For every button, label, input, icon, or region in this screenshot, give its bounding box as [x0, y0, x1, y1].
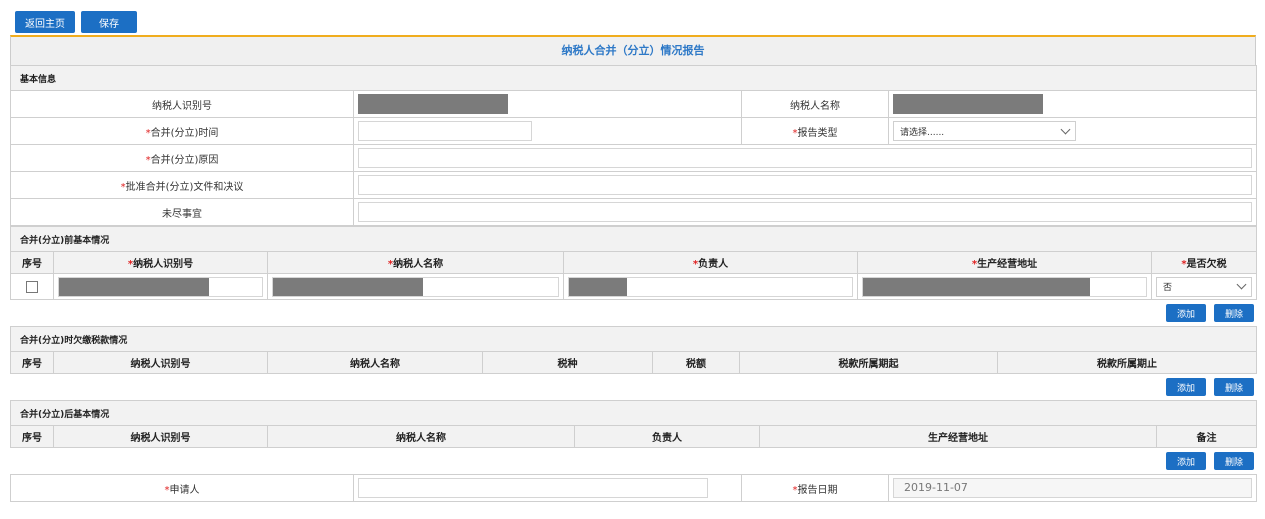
- delete-button[interactable]: 删除: [1214, 452, 1254, 470]
- col-owes-tax: *是否欠税: [1150, 251, 1258, 274]
- footer-table: *申请人 *报告日期 2019-11-07: [10, 474, 1257, 502]
- row-checkbox[interactable]: [26, 280, 38, 293]
- col-address: 生产经营地址: [759, 425, 1157, 448]
- row-taxpayer-name-input[interactable]: [272, 276, 559, 297]
- col-period-end: 税款所属期止: [996, 351, 1258, 374]
- col-address: *生产经营地址: [857, 251, 1152, 274]
- col-taxpayer-id: 纳税人识别号: [53, 425, 268, 448]
- merge-time-input[interactable]: [358, 121, 532, 141]
- section-basic-info: 基本信息: [9, 65, 1258, 91]
- approval-doc-label: *批准合并(分立)文件和决议: [10, 171, 354, 199]
- row-taxpayer-id-input[interactable]: [58, 276, 263, 297]
- toolbar: 返回主页 保存: [15, 11, 137, 33]
- redacted-value: [863, 277, 1090, 296]
- owes-tax-select[interactable]: 否: [1156, 276, 1253, 297]
- after-merge-table: 合并(分立)后基本情况 序号 纳税人识别号 纳税人名称 负责人 生产经营地址 备…: [9, 400, 1258, 448]
- pending-matters-input[interactable]: [358, 202, 1253, 222]
- pending-matters-label: 未尽事宜: [10, 198, 354, 226]
- merge-reason-input[interactable]: [358, 148, 1253, 168]
- before-merge-table: 合并(分立)前基本情况 序号 *纳税人识别号 *纳税人名称 *负责人 *生产经营…: [9, 226, 1258, 300]
- page-title: 纳税人合并（分立）情况报告: [10, 35, 1256, 65]
- section-arrears: 合并(分立)时欠缴税款情况: [9, 326, 1258, 352]
- merge-time-label: *合并(分立)时间: [10, 117, 354, 145]
- delete-button[interactable]: 删除: [1214, 304, 1254, 322]
- col-tax-type: 税种: [482, 351, 653, 374]
- col-taxpayer-id: 纳税人识别号: [53, 351, 268, 374]
- col-index: 序号: [10, 251, 54, 274]
- taxpayer-name-value-redacted: [893, 94, 1043, 114]
- report-type-select[interactable]: 请选择......: [893, 121, 1076, 141]
- redacted-value: [569, 277, 627, 296]
- col-index: 序号: [10, 351, 54, 374]
- applicant-input[interactable]: [358, 478, 708, 498]
- row-address-input[interactable]: [862, 276, 1147, 297]
- arrears-actions: 添加 删除: [10, 374, 1256, 400]
- basic-info-table: 基本信息 纳税人识别号 纳税人名称 *合并(分立)时间 *报告类型 请选择...…: [9, 65, 1258, 226]
- col-taxpayer-name: 纳税人名称: [267, 351, 483, 374]
- taxpayer-name-cell: [887, 90, 1258, 118]
- merge-reason-label: *合并(分立)原因: [10, 144, 354, 172]
- arrears-table: 合并(分立)时欠缴税款情况 序号 纳税人识别号 纳税人名称 税种 税额 税款所属…: [9, 326, 1258, 374]
- chevron-down-icon: [1236, 279, 1247, 290]
- chevron-down-icon: [1060, 124, 1071, 134]
- col-taxpayer-name: 纳税人名称: [267, 425, 575, 448]
- taxpayer-id-cell: [353, 90, 742, 118]
- add-button[interactable]: 添加: [1166, 304, 1206, 322]
- redacted-value: [59, 277, 209, 296]
- add-button[interactable]: 添加: [1166, 452, 1206, 470]
- col-index: 序号: [10, 425, 54, 448]
- table-row: 否: [10, 273, 1258, 300]
- col-manager: 负责人: [574, 425, 760, 448]
- report-date-input[interactable]: 2019-11-07: [893, 478, 1252, 498]
- after-actions: 添加 删除: [10, 448, 1256, 474]
- report-type-label: *报告类型: [741, 117, 889, 145]
- col-manager: *负责人: [563, 251, 858, 274]
- back-home-button[interactable]: 返回主页: [15, 11, 75, 33]
- save-button[interactable]: 保存: [81, 11, 137, 33]
- report-form: 纳税人合并（分立）情况报告 基本信息 纳税人识别号 纳税人名称 *合并(分立)时…: [9, 35, 1258, 502]
- col-remarks: 备注: [1155, 425, 1258, 448]
- col-tax-amount: 税额: [652, 351, 740, 374]
- col-taxpayer-name: *纳税人名称: [267, 251, 564, 274]
- before-actions: 添加 删除: [10, 300, 1256, 326]
- report-date-label: *报告日期: [741, 474, 889, 502]
- taxpayer-id-value-redacted: [358, 94, 508, 114]
- row-manager-input[interactable]: [568, 276, 853, 297]
- applicant-label: *申请人: [10, 474, 354, 502]
- col-taxpayer-id: *纳税人识别号: [53, 251, 268, 274]
- taxpayer-name-label: 纳税人名称: [741, 90, 889, 118]
- add-button[interactable]: 添加: [1166, 378, 1206, 396]
- section-before-merge: 合并(分立)前基本情况: [9, 226, 1258, 252]
- taxpayer-id-label: 纳税人识别号: [10, 90, 354, 118]
- delete-button[interactable]: 删除: [1214, 378, 1254, 396]
- redacted-value: [273, 277, 423, 296]
- approval-doc-input[interactable]: [358, 175, 1253, 195]
- col-period-start: 税款所属期起: [739, 351, 998, 374]
- section-after-merge: 合并(分立)后基本情况: [9, 400, 1258, 426]
